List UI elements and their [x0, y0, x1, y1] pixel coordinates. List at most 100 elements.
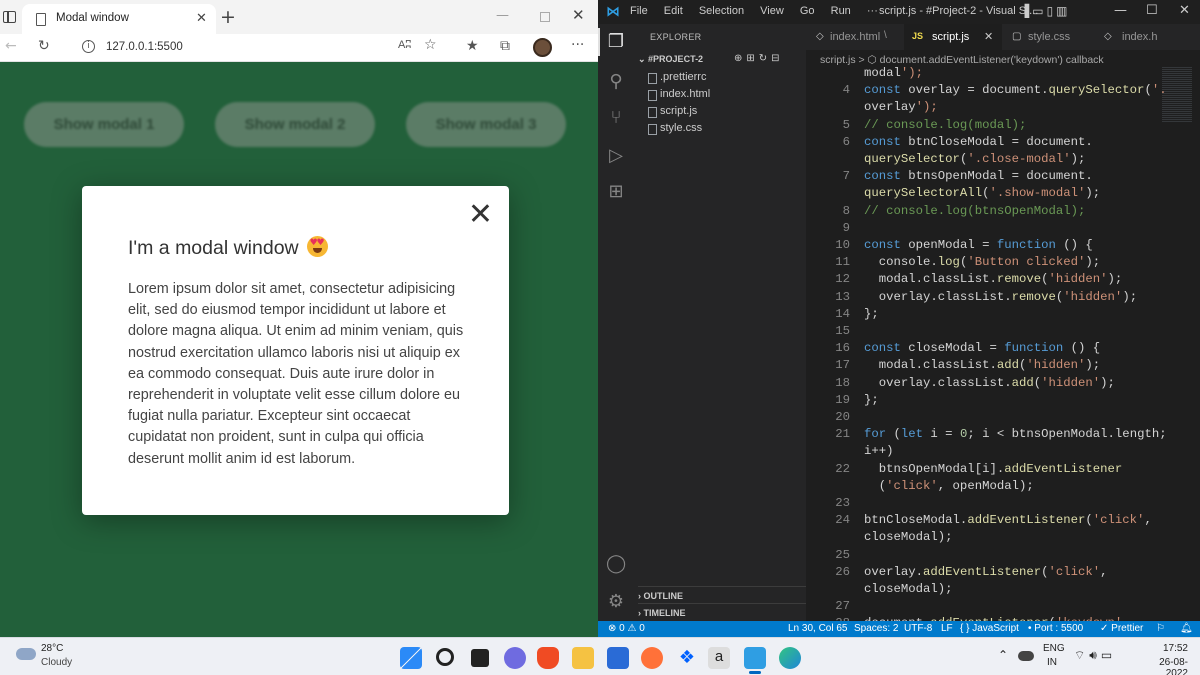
code-line[interactable]: 13 overlay.classList.remove('hidden'); [806, 290, 1137, 307]
tab-index-html[interactable]: ◇ index.html \ [806, 24, 904, 50]
firefox-icon[interactable] [641, 647, 663, 669]
code-line[interactable]: 15 [806, 324, 864, 341]
store-icon[interactable] [607, 647, 629, 669]
close-modal-icon[interactable]: ✕ [468, 200, 493, 230]
show-hidden-icons-icon[interactable]: ⌃ [998, 648, 1008, 662]
layout-controls-icon[interactable]: ▐▭▯▥ [1020, 4, 1071, 18]
start-icon[interactable] [400, 647, 422, 669]
code-line[interactable]: 25 [806, 548, 864, 565]
vscode-minimize-icon[interactable]: — [1114, 3, 1127, 18]
weather-condition[interactable]: Cloudy [41, 657, 72, 668]
language-mode[interactable]: { } JavaScript [960, 623, 1019, 634]
collections-icon[interactable]: ⧉ [500, 38, 510, 54]
dropbox-icon[interactable]: ❖ [676, 647, 698, 669]
maximize-icon[interactable] [540, 12, 550, 22]
vscode-taskbar-icon[interactable] [744, 647, 766, 669]
code-line[interactable]: 5 // console.log(modal); [806, 118, 1027, 135]
code-line[interactable]: 7 const btnsOpenModal = document. [806, 169, 1093, 186]
vscode-maximize-icon[interactable]: ☐ [1146, 3, 1158, 18]
cursor-position[interactable]: Ln 30, Col 65 [788, 623, 848, 634]
code-line[interactable]: 4 const overlay = document.querySelector(… [806, 83, 1167, 100]
code-line[interactable]: closeModal); [806, 582, 953, 599]
code-line[interactable]: 10 const openModal = function () { [806, 238, 1093, 255]
code-line[interactable]: 20 [806, 410, 864, 427]
code-line[interactable]: 22 btnsOpenModal[i].addEventListener [806, 462, 1122, 479]
tab-script-js[interactable]: JS script.js ✕ [904, 24, 1002, 50]
minimize-icon[interactable]: — [496, 8, 509, 23]
url-text[interactable]: 127.0.0.1:5500 [106, 41, 183, 53]
code-line[interactable]: closeModal); [806, 530, 953, 547]
info-icon[interactable]: i [82, 40, 95, 53]
project-folder[interactable]: ⌄ #PROJECT-2 [638, 54, 703, 65]
network-volume-battery-icon[interactable]: ⌔🔊︎▭ [1074, 648, 1116, 663]
menu-more[interactable]: ··· [867, 5, 878, 17]
code-line[interactable]: 18 overlay.classList.add('hidden'); [806, 376, 1115, 393]
code-line[interactable]: 27 [806, 599, 864, 616]
breadcrumb[interactable]: script.js > ⬡ document.addEventListener(… [820, 54, 1104, 66]
menu-run[interactable]: Run [831, 5, 851, 17]
code-line[interactable]: 17 modal.classList.add('hidden'); [806, 358, 1100, 375]
file-explorer-icon[interactable] [572, 647, 594, 669]
brave-browser-icon[interactable] [537, 647, 559, 669]
tab-close-icon[interactable]: ✕ [984, 30, 993, 43]
code-line[interactable]: 12 modal.classList.remove('hidden'); [806, 272, 1122, 289]
code-line[interactable]: modal'); [806, 66, 923, 83]
temperature[interactable]: 28°C [41, 643, 63, 654]
extensions-icon[interactable]: ⊞ [606, 182, 626, 202]
explorer-actions-icon[interactable]: ⊕⊞↻⊟ [734, 53, 784, 64]
code-line[interactable]: 24 btnCloseModal.addEventListener('click'… [806, 513, 1152, 530]
back-icon[interactable]: ← [5, 38, 17, 54]
code-line[interactable]: 26 overlay.addEventListener('click', [806, 565, 1107, 582]
notifications-bell-icon[interactable]: 🔔︎ [1180, 623, 1193, 634]
prettier-status[interactable]: ✓ Prettier [1100, 623, 1143, 634]
live-server-port[interactable]: • Port : 5500 [1028, 623, 1083, 634]
address-bar[interactable]: i 127.0.0.1:5500 Aʭ ☆ [68, 36, 453, 59]
split-icon[interactable]: \ [884, 30, 887, 41]
code-line[interactable]: 14}; [806, 307, 879, 324]
more-icon[interactable]: ··· [571, 37, 584, 53]
file-index-html[interactable]: index.html [647, 88, 710, 101]
code-line[interactable]: querySelectorAll('.show-modal'); [806, 186, 1100, 203]
amazon-icon[interactable]: a [708, 647, 730, 669]
cloud-weather-icon[interactable] [16, 648, 36, 660]
onedrive-icon[interactable] [1018, 651, 1034, 661]
show-modal-2-button[interactable]: Show modal 2 [215, 102, 375, 147]
code-line[interactable]: 19}; [806, 393, 879, 410]
read-aloud-icon[interactable]: Aʭ [398, 39, 411, 51]
chat-icon[interactable] [504, 647, 526, 669]
reload-icon[interactable]: ↻ [38, 38, 50, 54]
code-line[interactable]: ('click', openModal); [806, 479, 1034, 496]
run-debug-icon[interactable]: ▷ [606, 146, 626, 166]
code-line[interactable]: i++) [806, 444, 894, 461]
code-line[interactable]: overlay'); [806, 100, 938, 117]
indentation-status[interactable]: Spaces: 2 [854, 623, 898, 634]
edge-icon[interactable] [779, 647, 801, 669]
code-line[interactable]: 8 // console.log(btnsOpenModal); [806, 204, 1086, 221]
clock-time[interactable]: 17:52 [1138, 643, 1188, 654]
code-line[interactable]: 9 [806, 221, 864, 238]
tab-style-css[interactable]: ▢ style.css [1002, 24, 1094, 50]
code-line[interactable]: 21 for (let i = 0; i < btnsOpenModal.leng… [806, 427, 1166, 444]
workspaces-icon[interactable] [3, 11, 16, 23]
tab-modal-window[interactable]: Modal window ✕ [22, 4, 216, 34]
outline-section[interactable]: › OUTLINE [638, 586, 806, 601]
show-modal-1-button[interactable]: Show modal 1 [24, 102, 184, 147]
file-script-js[interactable]: script.js [647, 105, 697, 118]
file-prettierrc[interactable]: .prettierrc [647, 71, 706, 84]
problems-status[interactable]: ⊗ 0 ⚠ 0 [608, 623, 645, 634]
show-modal-3-button[interactable]: Show modal 3 [406, 102, 566, 147]
new-tab-icon[interactable]: + [220, 6, 236, 28]
timeline-section[interactable]: › TIMELINE [638, 603, 806, 618]
search-icon[interactable]: ⚲ [606, 72, 626, 92]
close-window-icon[interactable]: ✕ [572, 6, 585, 24]
tab-close-icon[interactable]: ✕ [196, 10, 207, 26]
menu-view[interactable]: View [760, 5, 784, 17]
code-line[interactable]: 23 [806, 496, 864, 513]
vscode-close-icon[interactable]: ✕ [1179, 3, 1190, 18]
tab-index-html-2[interactable]: ◇ index.h [1094, 24, 1200, 50]
eol-status[interactable]: LF [941, 623, 953, 634]
region-indicator[interactable]: IN [1047, 657, 1057, 668]
add-favorite-icon[interactable]: ☆ [424, 37, 437, 53]
task-view-icon[interactable] [471, 649, 489, 667]
clock-date[interactable]: 26-08-2022 [1138, 657, 1188, 675]
